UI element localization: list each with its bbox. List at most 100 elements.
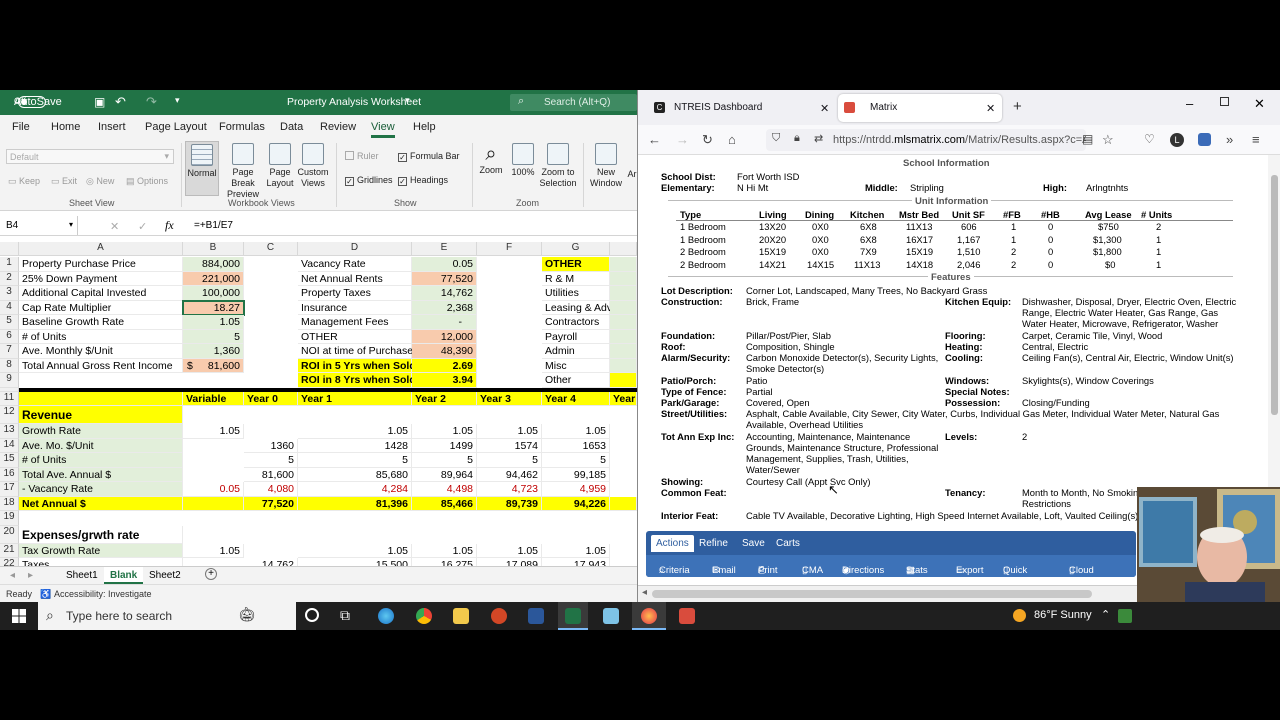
col-header-h[interactable] [610,242,637,256]
col-header-e[interactable]: E [412,242,477,256]
cell-a17[interactable]: - Vacancy Rate [19,482,183,497]
cell-g9[interactable]: Other [542,373,610,388]
tab-file[interactable]: File [12,121,30,133]
cell-c14[interactable]: 1360 [244,438,298,453]
cell-c18[interactable]: 77,520 [244,496,298,511]
sheet-tab-sheet2[interactable]: Sheet2 [149,570,181,581]
cell-e3[interactable]: 14,762 [412,286,477,301]
cell-d2[interactable]: Net Annual Rents [298,271,412,286]
tab-formulas[interactable]: Formulas [219,121,265,133]
forward-icon[interactable]: → [676,132,689,147]
tab-data[interactable]: Data [280,121,303,133]
cell-d5[interactable]: Management Fees [298,315,412,330]
page-layout-view-button[interactable]: Page Layout [266,143,294,189]
cell-b11[interactable]: Variable [183,391,244,406]
permissions-icon[interactable]: ⇄ [814,132,823,145]
cell-d9[interactable]: ROI in 8 Yrs when Sold [298,373,416,388]
cell-g15[interactable]: 5 [542,453,610,468]
cell-b5[interactable]: 1.05 [183,315,244,330]
tab-review[interactable]: Review [320,121,356,133]
col-header-g[interactable]: G [542,242,610,256]
cell-g16[interactable]: 99,185 [542,467,610,482]
edge-icon[interactable] [378,608,394,624]
cell-d16[interactable]: 85,680 [298,467,412,482]
cell-a1[interactable]: Property Purchase Price [19,257,183,272]
cell-d11[interactable]: Year 1 [298,391,412,406]
cell-e7[interactable]: 48,390 [412,344,477,359]
cell-a18[interactable]: Net Annual $ [19,496,183,511]
close-tab-icon[interactable]: ✕ [820,102,829,115]
next-sheet-icon[interactable]: ▸ [28,570,33,581]
cell-h7[interactable] [610,344,637,359]
cancel-icon[interactable]: ✕ [110,220,119,233]
cell-e4[interactable]: 2,368 [412,300,477,315]
keep-button[interactable]: ▭ Keep [8,176,40,187]
add-sheet-icon[interactable]: + [205,568,217,580]
excel-search-input[interactable]: Search (Alt+Q) [510,94,637,111]
cell-g5[interactable]: Contractors [542,315,610,330]
cell-a8[interactable]: Total Annual Gross Rent Income [19,358,183,373]
headings-checkbox[interactable]: ✓ Headings [398,175,448,186]
pocket-icon[interactable]: ♡ [1144,132,1155,146]
reader-view-icon[interactable]: ▤ [1082,132,1093,146]
tab-help[interactable]: Help [413,121,436,133]
cell-h9[interactable] [610,373,637,388]
close-window-icon[interactable]: ✕ [1254,96,1265,112]
tab-insert[interactable]: Insert [98,121,126,133]
cell-d17[interactable]: 4,284 [298,482,412,497]
cell-b4-selected[interactable]: 18.27 [182,299,245,316]
cell-a11[interactable] [19,391,183,406]
home-icon[interactable]: ⌂ [728,132,736,147]
taskbar-search-input[interactable]: ⌕ Type here to search 🎃︎ [38,602,296,630]
cell-g7[interactable]: Admin [542,344,610,359]
cell-e2[interactable]: 77,520 [412,271,477,286]
cell-f11[interactable]: Year 3 [477,391,542,406]
cell-h5[interactable] [610,315,637,330]
task-view-icon[interactable]: ⧉ [340,607,350,624]
col-header-f[interactable]: F [477,242,542,256]
cell-e8[interactable]: 2.69 [412,358,477,373]
zoom-to-selection-button[interactable]: Zoom to Selection [538,143,578,189]
cell-c16[interactable]: 81,600 [244,467,298,482]
new-tab-icon[interactable]: + [1013,98,1022,115]
cell-f22[interactable]: 17,089 [477,558,542,566]
custom-views-button[interactable]: Custom Views [296,143,330,189]
sheet-view-select[interactable]: Default ▾ [6,149,174,164]
cell-d15[interactable]: 5 [298,453,412,468]
cell-h2[interactable] [610,271,637,286]
cell-d1[interactable]: Vacancy Rate [298,257,412,272]
zoom-100-button[interactable]: 100% [509,143,537,178]
normal-view-button[interactable]: Normal [185,141,219,196]
cell-a12[interactable]: Revenue [19,406,183,424]
cell-f18[interactable]: 89,739 [477,496,542,511]
cell-e5[interactable]: - [412,315,477,330]
chrome-icon[interactable] [416,608,432,624]
excel-taskbar-active[interactable] [558,602,588,630]
cell-g1[interactable]: OTHER [542,257,610,272]
cell-b7[interactable]: 1,360 [183,344,244,359]
title-chevron-down-icon[interactable]: ▾ [405,95,410,106]
windows-start-icon[interactable] [12,609,26,623]
scrollbar-thumb[interactable] [652,590,1092,598]
arrange-button[interactable]: Ar [626,169,637,180]
cell-e21[interactable]: 1.05 [412,543,477,558]
firefox-taskbar-active[interactable] [632,602,666,630]
tray-app-icon[interactable] [1118,609,1132,623]
lock-icon[interactable]: 🔒︎ [794,132,800,145]
cell-d6[interactable]: OTHER [298,329,412,344]
cell-f14[interactable]: 1574 [477,438,542,453]
cell-b21[interactable]: 1.05 [183,543,244,558]
cell-g18[interactable]: 94,226 [542,496,610,511]
workbook-title[interactable]: Property Analysis Worksheet [287,96,421,108]
status-accessibility[interactable]: Accessibility: Investigate [54,589,152,599]
extension-icon[interactable] [1198,133,1211,146]
tab-view[interactable]: View [371,121,395,138]
zoom-button[interactable]: ⌕ Zoom [477,143,505,176]
cell-g8[interactable]: Misc [542,358,610,373]
account-avatar-icon[interactable]: L [1170,133,1184,147]
cell-d3[interactable]: Property Taxes [298,286,412,301]
cell-g14[interactable]: 1653 [542,438,610,453]
matrix-tab-save[interactable]: Save [742,538,765,549]
cell-d14[interactable]: 1428 [298,438,412,453]
exit-button[interactable]: ▭ Exit [51,176,77,187]
